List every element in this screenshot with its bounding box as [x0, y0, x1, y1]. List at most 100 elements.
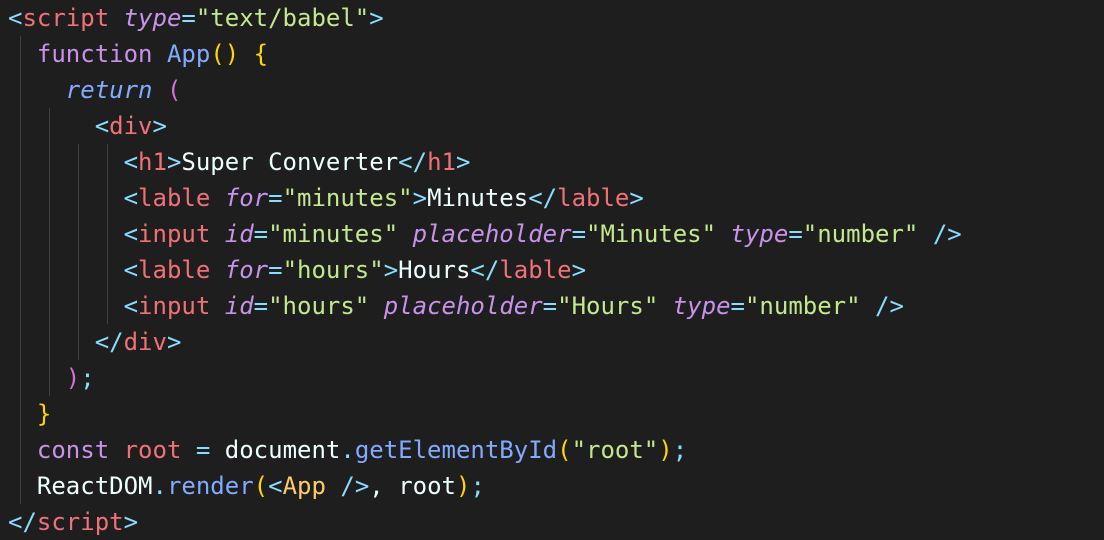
code-line[interactable]: function App() { [8, 36, 268, 72]
code-token: () [210, 40, 240, 68]
code-token: App [166, 40, 211, 68]
code-line[interactable]: </div> [8, 324, 182, 360]
code-token: } [36, 400, 52, 428]
code-token: script [36, 508, 124, 536]
code-token: Minutes [427, 184, 529, 212]
code-token: ReactDOM [36, 472, 153, 500]
code-line[interactable]: <div> [8, 108, 167, 144]
code-token: = [788, 220, 803, 248]
code-token: root [123, 436, 182, 464]
code-token: = [542, 292, 558, 320]
code-line[interactable]: <lable for="hours">Hours</lable> [8, 252, 586, 288]
code-token: = [571, 220, 587, 248]
code-token: < [123, 184, 139, 212]
code-token: > [166, 148, 182, 176]
code-token: = [268, 184, 283, 212]
code-token: = [181, 4, 196, 32]
code-token: function [36, 40, 153, 68]
code-token: Hours [398, 256, 471, 284]
code-line[interactable]: ReactDOM.render(<App />, root); [8, 468, 485, 504]
code-line[interactable]: <lable for="minutes">Minutes</lable> [8, 180, 644, 216]
code-token: "Hours" [557, 292, 659, 320]
code-line[interactable]: <input id="hours" placeholder="Hours" ty… [8, 288, 904, 324]
code-token: lable [138, 184, 211, 212]
code-token: lable [138, 256, 211, 284]
code-token: , [369, 472, 399, 500]
code-token: = [730, 292, 745, 320]
code-token: ) [455, 472, 471, 500]
code-token: . [340, 436, 355, 464]
code-token: ; [672, 436, 688, 464]
code-token: id [224, 220, 254, 248]
code-token: const [36, 436, 110, 464]
code-token: < [123, 292, 139, 320]
code-token: App [282, 472, 326, 500]
code-token: ; [80, 364, 95, 392]
code-line[interactable]: <input id="minutes" placeholder="Minutes… [8, 216, 962, 252]
code-token: > [455, 148, 471, 176]
code-token: = [253, 292, 269, 320]
code-token: ; [470, 472, 485, 500]
code-token: lable [557, 184, 630, 212]
code-token: < [123, 256, 139, 284]
code-token: </ [94, 328, 124, 356]
code-token: lable [499, 256, 572, 284]
code-token: render [166, 472, 254, 500]
code-editor[interactable]: <script type="text/babel"> function App(… [0, 0, 1104, 540]
code-token: placeholder [383, 292, 543, 320]
code-line[interactable]: } [8, 396, 51, 432]
code-token: type [730, 220, 789, 248]
code-token: document [224, 436, 341, 464]
code-token: "hours" [282, 256, 384, 284]
code-token: return [65, 76, 153, 104]
code-token: "text/babel" [195, 4, 370, 32]
code-line[interactable]: </script> [8, 504, 138, 540]
code-line[interactable]: ); [8, 360, 95, 396]
code-line[interactable]: return ( [8, 72, 182, 108]
code-line[interactable]: const root = document.getElementById("ro… [8, 432, 687, 468]
code-token: "hours" [268, 292, 370, 320]
code-token: > [369, 4, 384, 32]
code-token: </ [8, 508, 37, 536]
code-token: "minutes" [268, 220, 399, 248]
code-token: < [8, 4, 23, 32]
code-token: ( [166, 76, 182, 104]
code-token: /> [340, 472, 370, 500]
code-token: > [152, 112, 167, 140]
code-token: > [412, 184, 428, 212]
code-line[interactable]: <script type="text/babel"> [8, 0, 384, 36]
code-token: "number" [744, 292, 861, 320]
code-token: type [672, 292, 731, 320]
code-token: div [109, 112, 153, 140]
code-token: ( [557, 436, 572, 464]
code-token: </ [470, 256, 500, 284]
code-token: = [268, 256, 283, 284]
code-token: Super Converter [181, 148, 399, 176]
code-line[interactable]: <h1>Super Converter</h1> [8, 144, 471, 180]
code-token: < [123, 148, 139, 176]
code-token: h1 [427, 148, 456, 176]
code-token: < [268, 472, 283, 500]
code-token: < [123, 220, 139, 248]
